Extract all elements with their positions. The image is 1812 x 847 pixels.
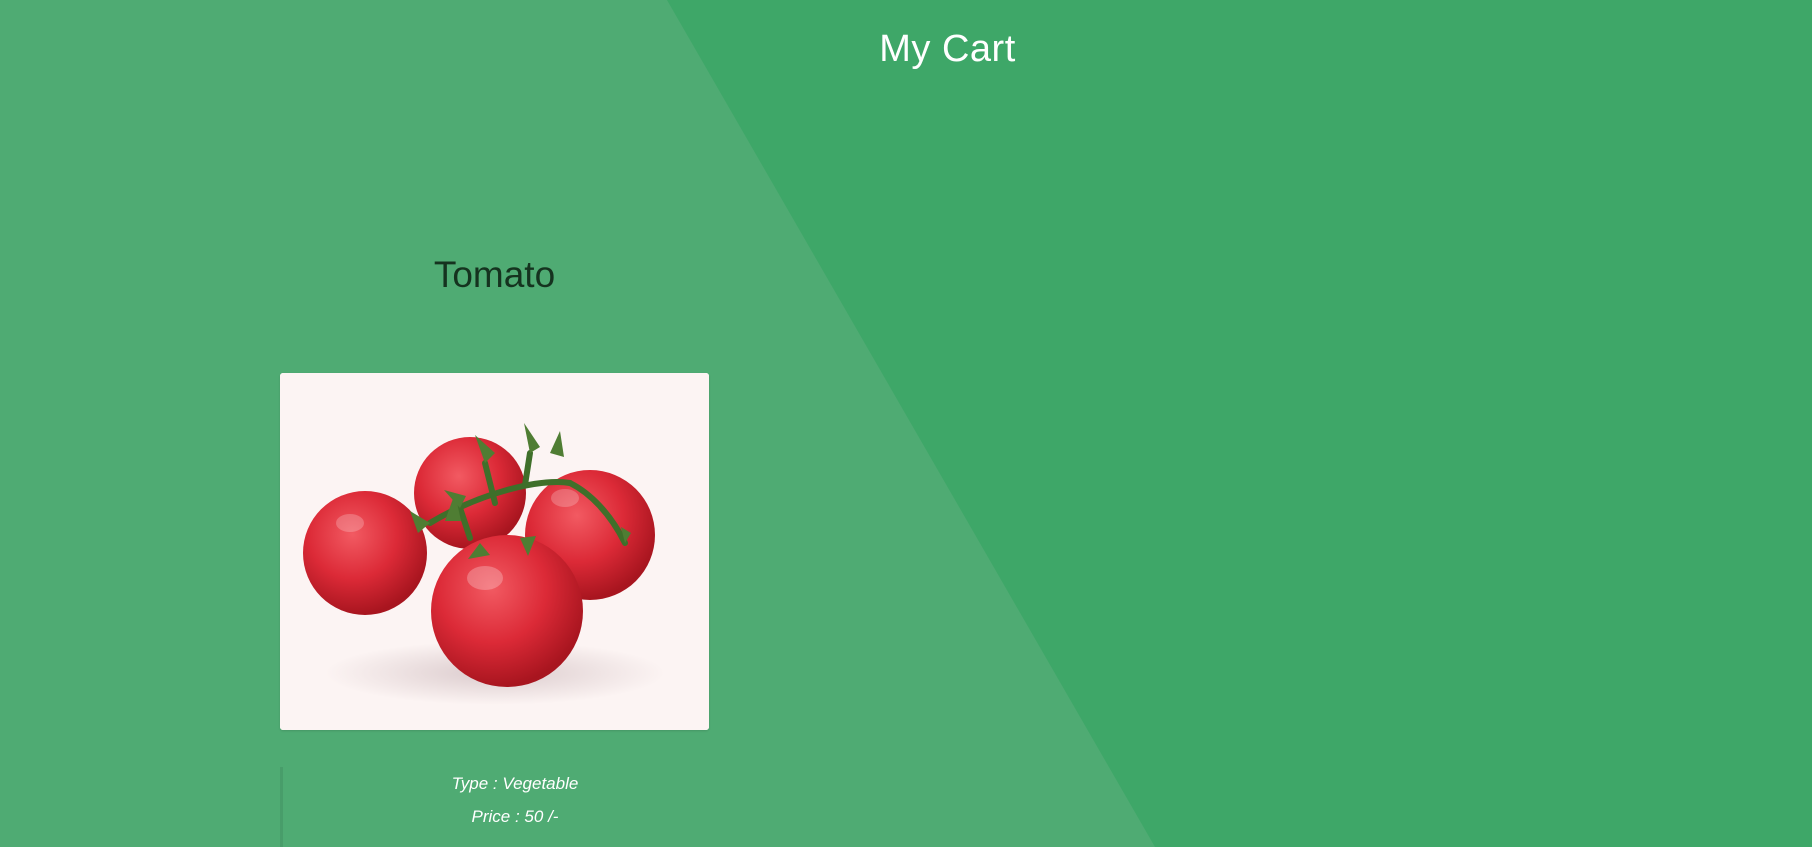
- product-name: Tomato: [433, 254, 556, 295]
- background-diagonal-panel: [0, 0, 1155, 847]
- product-image[interactable]: [280, 373, 709, 730]
- tomato-image: [280, 373, 709, 730]
- page-title: My Cart: [879, 28, 1016, 70]
- cart-item: Tomato Type: Vegetable Price: 50 /-: [280, 250, 709, 847]
- product-type: Type : Vegetable: [451, 774, 579, 793]
- product-price: Price : 50 /-: [471, 807, 559, 826]
- product-details: Type : Vegetable Price : 50 /-: [280, 767, 712, 847]
